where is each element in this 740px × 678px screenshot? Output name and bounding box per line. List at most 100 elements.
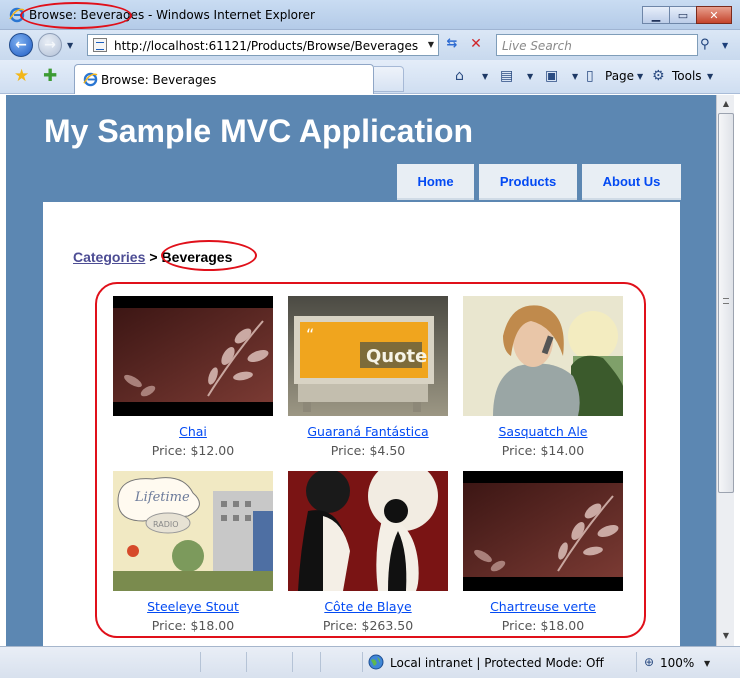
scroll-up-icon[interactable]: ▲ — [719, 97, 733, 111]
menu-item-home[interactable]: Home — [397, 164, 474, 200]
search-placeholder: Live Search — [502, 39, 572, 53]
product-card: Chartreuse verte Price: $18.00 — [463, 471, 623, 633]
window-title-app: Windows Internet Explorer — [156, 8, 315, 22]
arrow-left-icon: ← — [15, 37, 27, 53]
globe-icon — [368, 654, 384, 670]
breadcrumb-categories-link[interactable]: Categories — [73, 249, 145, 265]
security-zone-text[interactable]: Local intranet | Protected Mode: Off — [390, 656, 604, 670]
new-tab-button[interactable] — [374, 66, 404, 92]
zoom-icon[interactable]: ⊕ — [644, 655, 654, 669]
page-menu-label[interactable]: Page — [605, 69, 634, 83]
zoom-dropdown-icon[interactable]: ▼ — [704, 659, 710, 668]
tab-browse-beverages[interactable]: Browse: Beverages — [74, 64, 374, 94]
status-divider — [246, 652, 247, 672]
window-title-separator: - — [144, 8, 157, 22]
product-card: Chai Price: $12.00 — [113, 296, 273, 458]
product-price: Price: $18.00 — [501, 618, 585, 633]
page-menu-dropdown[interactable]: ▼ — [637, 72, 643, 81]
stop-button[interactable]: ✕ — [466, 36, 486, 54]
forward-button[interactable]: → — [38, 33, 62, 57]
tab-command-bar: ★ ✚ Browse: Beverages ⌂ ▼ ▤ ▼ ▣ ▼ ▯ Page… — [0, 60, 740, 94]
scroll-grip-icon — [723, 298, 729, 304]
vertical-scrollbar[interactable]: ▲ ▼ — [716, 95, 734, 646]
stop-icon: ✕ — [470, 36, 482, 52]
print-icon[interactable]: ▣ — [545, 68, 558, 84]
site-title: My Sample MVC Application — [44, 113, 474, 149]
tab-label: Browse: Beverages — [101, 73, 217, 87]
status-divider — [292, 652, 293, 672]
product-name-link[interactable]: Chai — [113, 424, 273, 439]
tools-menu-dropdown[interactable]: ▼ — [707, 72, 713, 81]
product-price: Price: $14.00 — [501, 443, 585, 458]
home-icon[interactable]: ⌂ — [455, 68, 464, 84]
tools-menu-label[interactable]: Tools — [672, 69, 702, 83]
search-icon[interactable]: ⚲ — [700, 37, 710, 52]
page-viewport: My Sample MVC Application Home Products … — [6, 95, 716, 646]
address-dropdown-icon[interactable]: ▼ — [428, 40, 434, 49]
favorites-star-icon[interactable]: ★ — [14, 66, 29, 86]
refresh-icon: ⇆ — [446, 36, 458, 51]
product-image-cote-de-blaye[interactable] — [288, 471, 448, 591]
product-price: Price: $4.50 — [330, 443, 406, 458]
menu-item-products[interactable]: Products — [479, 164, 577, 200]
scrollbar-thumb[interactable] — [718, 113, 734, 493]
page-icon — [93, 38, 107, 52]
svg-text:Lifetime: Lifetime — [134, 490, 190, 505]
window-title-bar: Browse: Beverages - Windows Internet Exp… — [0, 0, 740, 30]
print-dropdown[interactable]: ▼ — [572, 72, 578, 81]
status-divider — [362, 652, 363, 672]
gear-icon[interactable]: ⚙ — [652, 68, 665, 84]
minimize-icon: ▁ — [651, 8, 661, 22]
product-image-guarana-fantastica[interactable]: Quote “ — [288, 296, 448, 416]
svg-text:Quote: Quote — [366, 346, 427, 367]
scroll-down-icon[interactable]: ▼ — [719, 629, 733, 643]
product-image-sasquatch-ale[interactable] — [463, 296, 623, 416]
svg-text:“: “ — [306, 325, 314, 344]
feeds-icon[interactable]: ▤ — [500, 68, 513, 84]
product-card: Quote “ Guaraná Fantástica Price: $4.50 — [288, 296, 448, 458]
product-price: Price: $12.00 — [151, 443, 235, 458]
main-content: Categories > Beverages Chai Price: $12.0… — [43, 202, 680, 646]
close-icon: ✕ — [709, 8, 719, 22]
menu-item-about-us[interactable]: About Us — [582, 164, 681, 200]
close-window-button[interactable]: ✕ — [696, 6, 732, 24]
breadcrumb-highlight-circle — [161, 240, 257, 271]
status-divider — [320, 652, 321, 672]
address-toolbar: ← → ▼ http://localhost:61121/Products/Br… — [0, 30, 740, 60]
product-image-chai[interactable] — [113, 296, 273, 416]
site-menu: Home Products About Us — [397, 164, 681, 200]
product-name-link[interactable]: Guaraná Fantástica — [288, 424, 448, 439]
search-options-dropdown[interactable]: ▼ — [722, 41, 728, 50]
ie-tab-icon — [83, 72, 98, 87]
address-field[interactable]: http://localhost:61121/Products/Browse/B… — [87, 34, 439, 56]
feeds-dropdown[interactable]: ▼ — [527, 72, 533, 81]
maximize-button[interactable]: ▭ — [669, 6, 697, 24]
product-image-chartreuse-verte[interactable] — [463, 471, 623, 591]
home-dropdown[interactable]: ▼ — [482, 72, 488, 81]
minimize-button[interactable]: ▁ — [642, 6, 670, 24]
status-divider — [636, 652, 637, 672]
product-name-link[interactable]: Sasquatch Ale — [463, 424, 623, 439]
product-name-link[interactable]: Côte de Blaye — [288, 599, 448, 614]
recent-pages-dropdown[interactable]: ▼ — [67, 41, 73, 50]
product-card: Lifetime RADIO Steeleye Stout Price: $18… — [113, 471, 273, 633]
product-name-link[interactable]: Steeleye Stout — [113, 599, 273, 614]
search-input[interactable]: Live Search — [496, 34, 698, 56]
back-button[interactable]: ← — [9, 33, 33, 57]
maximize-icon: ▭ — [677, 8, 689, 22]
breadcrumb-separator: > — [149, 249, 158, 265]
product-image-steeleye-stout[interactable]: Lifetime RADIO — [113, 471, 273, 591]
window-controls: ▁ ▭ ✕ — [642, 6, 732, 24]
svg-text:RADIO: RADIO — [153, 520, 179, 529]
page-menu-icon[interactable]: ▯ — [586, 68, 594, 84]
refresh-button[interactable]: ⇆ — [442, 36, 462, 54]
address-url: http://localhost:61121/Products/Browse/B… — [114, 39, 419, 53]
product-price: Price: $18.00 — [151, 618, 235, 633]
title-highlight-circle — [20, 2, 132, 29]
status-bar: Local intranet | Protected Mode: Off ⊕ 1… — [0, 646, 740, 678]
add-favorite-icon[interactable]: ✚ — [43, 66, 57, 86]
product-card: Côte de Blaye Price: $263.50 — [288, 471, 448, 633]
product-price: Price: $263.50 — [322, 618, 414, 633]
zoom-level[interactable]: 100% — [660, 656, 694, 670]
product-name-link[interactable]: Chartreuse verte — [463, 599, 623, 614]
